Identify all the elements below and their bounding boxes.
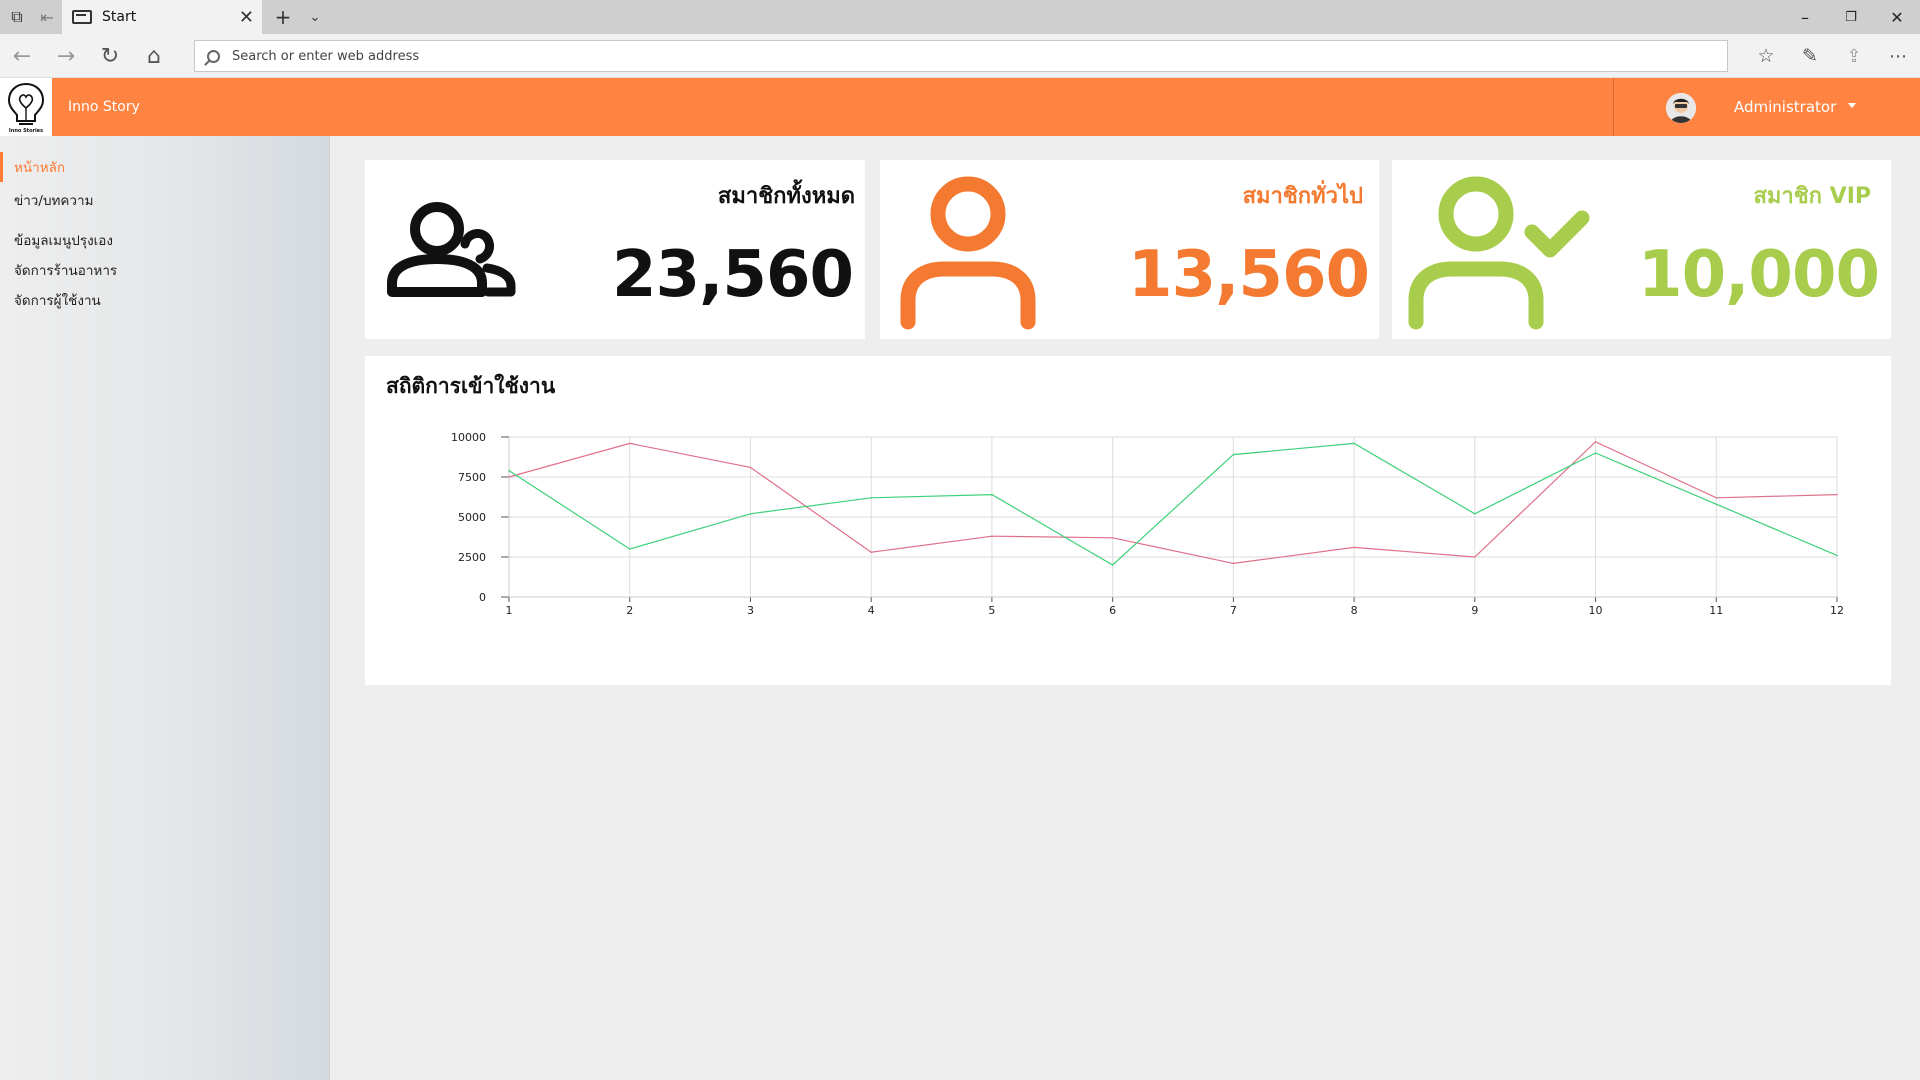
data-point	[1836, 493, 1838, 496]
y-tick-label: 2500	[458, 551, 486, 564]
sidebar-item-news[interactable]: ข่าว/บทความ	[14, 189, 94, 211]
avatar-image	[1666, 93, 1696, 123]
x-tick-label: 5	[988, 604, 995, 617]
stat-value-general-members: 13,560	[1128, 238, 1370, 312]
sidebar-item-users[interactable]: จัดการผู้ใช้งาน	[14, 289, 101, 311]
sidebar: หน้าหลัก ข่าว/บทความ ข้อมูลเมนูปรุงเอง จ…	[0, 136, 330, 1080]
stat-card-vip-members: สมาชิก VIP 10,000	[1392, 160, 1891, 339]
x-tick-label: 4	[868, 604, 875, 617]
restore-icon[interactable]: ❐	[1828, 0, 1874, 34]
data-point	[1232, 453, 1235, 456]
x-tick-label: 3	[747, 604, 754, 617]
x-tick-label: 6	[1109, 604, 1116, 617]
data-point	[1594, 452, 1597, 454]
data-point	[508, 469, 510, 472]
data-point	[1715, 497, 1718, 499]
home-icon[interactable]: ⌂	[132, 34, 176, 78]
stat-value-vip-members: 10,000	[1638, 238, 1880, 312]
sidebar-item-custom-menu[interactable]: ข้อมูลเมนูปรุงเอง	[14, 229, 113, 251]
stat-title-all-members: สมาชิกทั้งหมด	[717, 184, 855, 209]
x-tick-label: 11	[1709, 604, 1723, 617]
data-point	[1353, 442, 1355, 445]
new-tab-icon[interactable]: +	[270, 0, 296, 34]
active-item-marker	[0, 152, 3, 182]
users-icon	[387, 202, 516, 297]
more-icon[interactable]: ⋯	[1876, 34, 1920, 78]
close-tab-icon[interactable]: ✕	[239, 7, 254, 28]
series-line-1	[508, 441, 1838, 565]
stat-value-all-members: 23,560	[612, 238, 854, 312]
data-point	[628, 548, 631, 550]
data-point	[1474, 513, 1476, 515]
user-check-icon	[1408, 176, 1590, 330]
stat-card-general-members: สมาชิกทั่วไป 13,560	[880, 160, 1379, 339]
brand-name[interactable]: Inno Story	[68, 78, 140, 136]
data-point	[1353, 546, 1355, 549]
forward-icon[interactable]: →	[44, 34, 88, 78]
data-point	[870, 497, 872, 499]
data-point	[991, 535, 993, 537]
address-input[interactable]	[232, 48, 1682, 64]
stat-title-vip-members: สมาชิก VIP	[1753, 184, 1871, 209]
y-tick-label: 0	[479, 591, 486, 604]
share-icon[interactable]: ⇪	[1832, 34, 1876, 78]
refresh-icon[interactable]: ↻	[88, 34, 132, 78]
x-tick-label: 8	[1351, 604, 1358, 617]
x-tick-label: 10	[1589, 604, 1603, 617]
search-icon	[207, 49, 220, 63]
user-icon	[900, 176, 1036, 330]
sidebar-item-home[interactable]: หน้าหลัก	[14, 156, 65, 178]
data-point	[508, 476, 510, 478]
x-tick-label: 7	[1230, 604, 1237, 617]
app-header: Inno Stories Inno Story Administrator	[0, 78, 1920, 136]
sidebar-item-restaurants[interactable]: จัดการร้านอาหาร	[14, 259, 117, 281]
browser-tab-bar: ⧉ ⇤ Start ✕ + ⌄ – ❐ ✕	[0, 0, 1920, 34]
data-point	[1836, 554, 1838, 557]
user-menu-label[interactable]: Administrator	[1734, 78, 1836, 136]
stat-title-general-members: สมาชิกทั่วไป	[1242, 184, 1363, 209]
x-tick-label: 9	[1471, 604, 1478, 617]
tab-dropdown-icon[interactable]: ⌄	[302, 0, 328, 34]
chevron-down-icon[interactable]	[1848, 103, 1856, 108]
favorites-icon[interactable]: ☆	[1744, 34, 1788, 78]
stat-card-all-members: สมาชิกทั้งหมด 23,560	[365, 160, 865, 339]
y-tick-label: 7500	[458, 471, 486, 484]
y-tick-label: 10000	[451, 431, 486, 444]
data-point	[870, 551, 872, 553]
data-point	[1474, 556, 1476, 558]
data-point	[1111, 564, 1114, 566]
data-point	[628, 442, 631, 445]
data-point	[749, 513, 752, 515]
data-point	[1232, 562, 1235, 565]
address-bar: ← → ↻ ⌂ ☆ ✎ ⇪ ⋯	[0, 34, 1920, 78]
x-tick-label: 1	[506, 604, 513, 617]
data-point	[1715, 503, 1718, 505]
back-icon[interactable]: ←	[0, 34, 44, 78]
window-close-icon[interactable]: ✕	[1874, 0, 1920, 34]
address-field[interactable]	[194, 40, 1728, 72]
avatar[interactable]	[1666, 93, 1696, 123]
minimize-icon[interactable]: –	[1782, 0, 1828, 34]
usage-stats-panel: สถิติการเข้าใช้งาน 0 2500 5000 7500 10000 1 2 3…	[365, 356, 1891, 685]
usage-line-chart: 0250050007500100001 2 3 4 5 6 7 8 9 10 11 12	[451, 431, 1844, 617]
pen-icon[interactable]: ✎	[1788, 34, 1832, 78]
logo[interactable]: Inno Stories	[0, 78, 52, 136]
data-point	[991, 493, 993, 496]
data-point	[1111, 537, 1114, 539]
header-divider	[1613, 78, 1614, 136]
tab-title: Start	[102, 9, 137, 25]
y-tick-label: 5000	[458, 511, 486, 524]
x-tick-label: 12	[1830, 604, 1844, 617]
tab-preview-icon[interactable]: ⧉	[4, 0, 30, 34]
browser-tab-start[interactable]: Start ✕	[62, 0, 262, 34]
set-aside-tabs-icon[interactable]: ⇤	[34, 0, 60, 34]
logo-text: Inno Stories	[8, 128, 44, 134]
data-point	[1594, 441, 1597, 443]
lightbulb-icon	[7, 82, 45, 125]
data-point	[749, 466, 752, 469]
start-page-icon	[72, 10, 92, 24]
x-tick-label: 2	[626, 604, 633, 617]
